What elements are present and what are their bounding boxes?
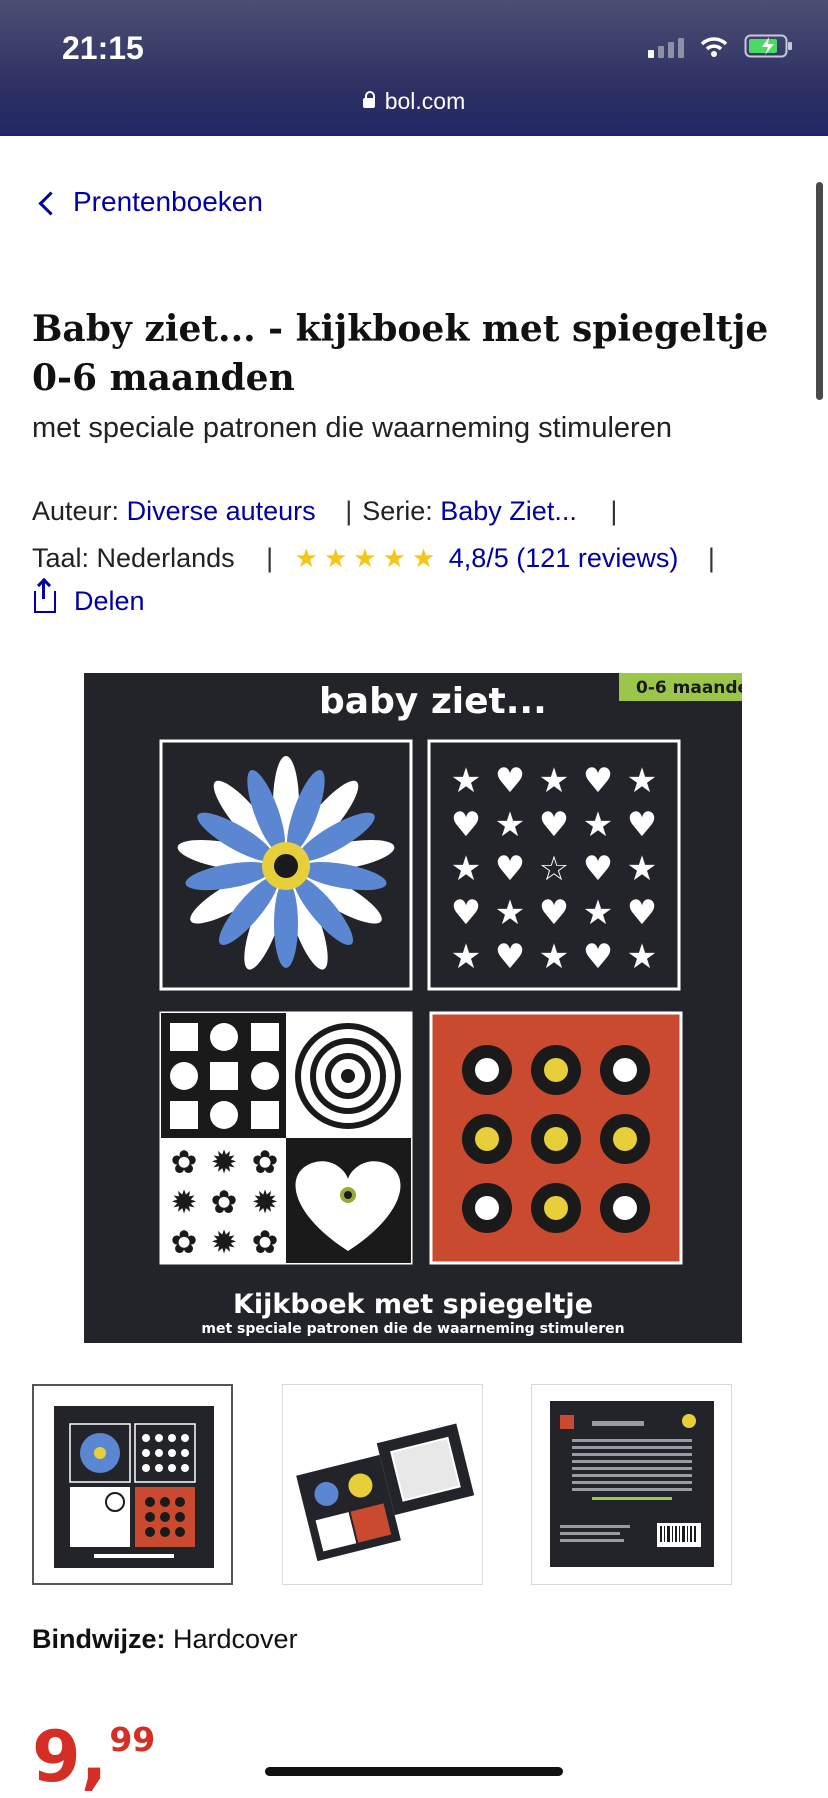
svg-text:✿: ✿ xyxy=(252,1143,279,1181)
svg-text:✿: ✿ xyxy=(252,1223,279,1261)
product-subtitle: met speciale patronen die waarneming sti… xyxy=(32,412,672,444)
svg-text:♥: ♥ xyxy=(583,849,613,889)
product-image[interactable]: 0-6 maanden baby ziet... xyxy=(84,673,742,1343)
thumbnail-cover-front[interactable] xyxy=(32,1384,233,1585)
svg-text:✹: ✹ xyxy=(211,1143,238,1181)
separator: | xyxy=(345,496,353,526)
rating-link[interactable]: ★ ★ ★ ★ ★ 4,8/5 (121 reviews) xyxy=(291,543,686,573)
wifi-icon xyxy=(700,37,728,57)
svg-text:★: ★ xyxy=(451,937,481,977)
home-indicator[interactable] xyxy=(265,1767,563,1776)
svg-text:★: ★ xyxy=(451,849,481,889)
svg-text:♥: ♥ xyxy=(583,761,613,801)
thumbnail-image xyxy=(54,1406,214,1568)
share-button[interactable]: Delen xyxy=(34,580,145,617)
thumbnail-image xyxy=(550,1401,714,1567)
cover-title: baby ziet... xyxy=(319,681,547,722)
series-link[interactable]: Baby Ziet... xyxy=(440,496,577,526)
rating-text: 4,8/5 (121 reviews) xyxy=(448,543,679,573)
price-cents: 99 xyxy=(109,1720,156,1759)
svg-text:♥: ♥ xyxy=(539,893,569,933)
svg-text:♥: ♥ xyxy=(539,805,569,845)
cover-bottom-subtitle: met speciale patronen die de waarneming … xyxy=(201,1321,624,1337)
svg-text:♥: ♥ xyxy=(451,805,481,845)
cover-bottom-title: Kijkboek met spiegeltje xyxy=(233,1289,593,1320)
status-bar: 21:15 bol.com xyxy=(0,0,828,136)
svg-text:♥: ♥ xyxy=(583,937,613,977)
status-icons xyxy=(648,34,794,58)
svg-text:♥: ♥ xyxy=(495,761,525,801)
svg-text:✿: ✿ xyxy=(211,1183,238,1221)
author-label: Auteur: xyxy=(32,496,120,526)
signal-icon xyxy=(648,38,684,58)
price-main: 9, xyxy=(32,1716,108,1798)
svg-text:★: ★ xyxy=(495,805,525,845)
svg-text:★: ★ xyxy=(583,893,613,933)
svg-text:★: ★ xyxy=(495,893,525,933)
binding-label: Bindwijze: xyxy=(32,1624,166,1654)
breadcrumb-back-link[interactable]: Prentenboeken xyxy=(38,186,263,218)
product-title: Baby ziet... - kijkboek met spiegeltje 0… xyxy=(32,308,769,399)
svg-text:★: ★ xyxy=(627,937,657,977)
star-icon: ★ xyxy=(353,543,377,573)
lock-icon xyxy=(362,91,375,108)
thumbnail-back-cover[interactable] xyxy=(531,1384,732,1585)
share-label: Delen xyxy=(74,586,145,616)
svg-text:♥: ♥ xyxy=(627,805,657,845)
svg-text:✹: ✹ xyxy=(211,1223,238,1261)
product-meta-row-1: Auteur: Diverse auteurs | Serie: Baby Zie… xyxy=(32,496,627,527)
svg-text:★: ★ xyxy=(627,761,657,801)
svg-text:♥: ♥ xyxy=(451,893,481,933)
star-icon: ★ xyxy=(382,543,406,573)
svg-text:♥: ♥ xyxy=(495,849,525,889)
svg-text:✹: ✹ xyxy=(252,1183,279,1221)
series-label: Serie: xyxy=(362,496,433,526)
breadcrumb-label: Prentenboeken xyxy=(73,186,263,217)
author-link[interactable]: Diverse auteurs xyxy=(127,496,316,526)
page-scrollbar[interactable] xyxy=(816,182,823,400)
address-bar[interactable]: bol.com xyxy=(0,88,828,115)
separator: | xyxy=(707,543,715,573)
star-icon: ★ xyxy=(323,543,348,573)
svg-text:★: ★ xyxy=(539,761,569,801)
chevron-left-icon xyxy=(38,190,63,216)
language-text: Taal: Nederlands xyxy=(32,543,235,573)
battery-icon xyxy=(744,34,792,58)
thumbnail-book-open[interactable] xyxy=(282,1384,483,1585)
share-icon xyxy=(34,580,56,613)
rating-stars: ★ ★ ★ ★ ★ xyxy=(295,543,436,574)
svg-text:✿: ✿ xyxy=(171,1223,198,1261)
svg-text:♥: ♥ xyxy=(495,937,525,977)
star-icon: ★ xyxy=(411,543,436,573)
status-time: 21:15 xyxy=(62,30,144,66)
separator: | xyxy=(266,543,274,573)
url-text: bol.com xyxy=(384,88,466,114)
binding-value: Hardcover xyxy=(173,1624,298,1654)
cover-age-badge: 0-6 maanden xyxy=(636,678,742,698)
svg-text:☆: ☆ xyxy=(539,849,569,889)
product-meta-row-2: Taal: Nederlands | ★ ★ ★ ★ ★ 4,8/5 (121 revi… xyxy=(32,543,725,574)
separator: | xyxy=(610,496,618,526)
svg-text:★: ★ xyxy=(627,849,657,889)
svg-text:✹: ✹ xyxy=(171,1183,198,1221)
svg-text:★: ★ xyxy=(583,805,613,845)
star-icon: ★ xyxy=(294,543,318,573)
binding-info: Bindwijze: Hardcover xyxy=(32,1624,298,1655)
thumbnail-image xyxy=(296,1423,475,1562)
svg-text:♥: ♥ xyxy=(627,893,657,933)
dots-pattern xyxy=(462,1045,650,1233)
price: 9,99 xyxy=(32,1720,156,1792)
svg-text:★: ★ xyxy=(539,937,569,977)
svg-text:✿: ✿ xyxy=(171,1143,198,1181)
svg-text:★: ★ xyxy=(451,761,481,801)
